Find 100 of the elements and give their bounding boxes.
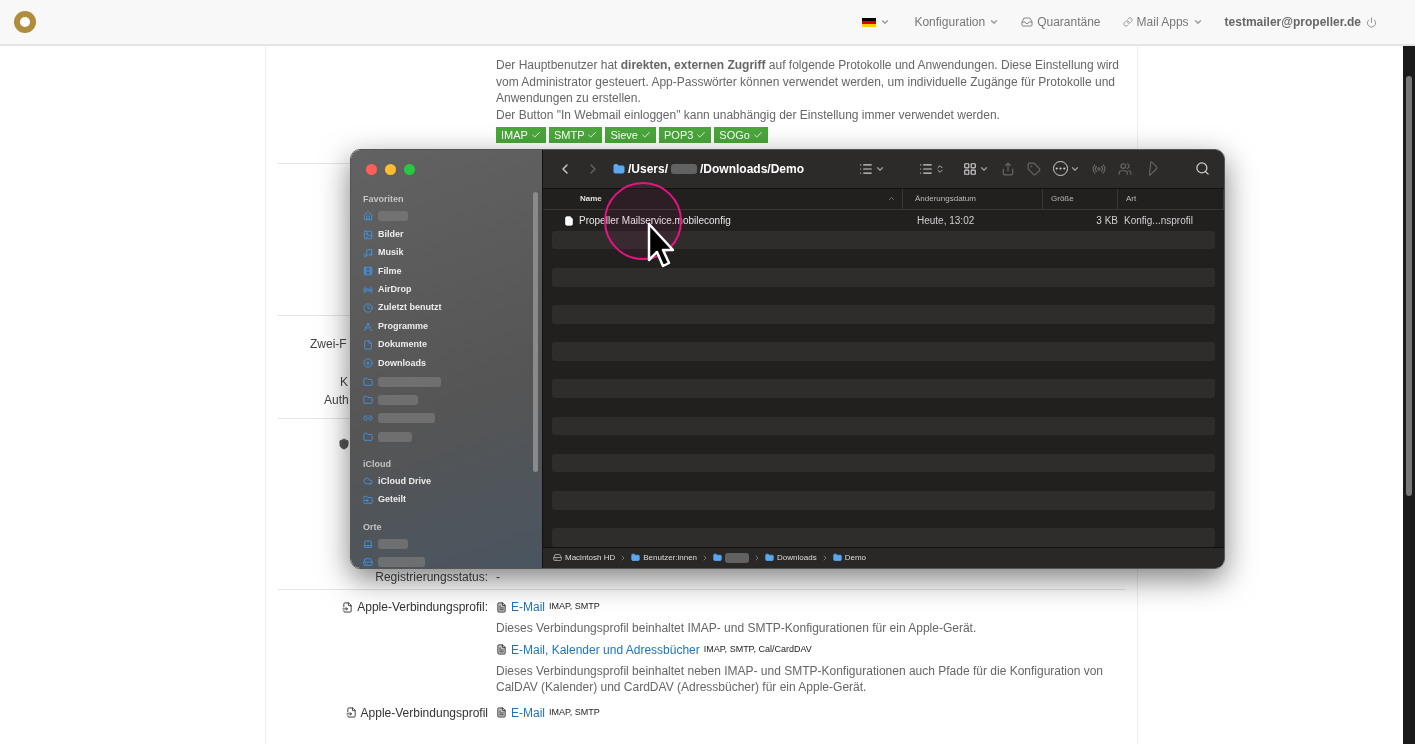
drive-icon [363,557,373,568]
drive-icon [553,553,562,563]
file-icon [496,707,507,718]
nav-link[interactable]: Mail Apps [1122,13,1203,31]
group-list-icon[interactable] [859,161,873,176]
sidebar-item[interactable]: Programme [363,317,542,336]
scrollbar-thumb[interactable] [1406,76,1412,496]
path-item[interactable]: Macintosh HD [553,551,616,564]
column-header[interactable]: Name [543,188,903,209]
check-icon [752,130,763,140]
list-view-icon[interactable] [919,161,933,176]
folder-icon [713,553,723,563]
clock-icon [363,303,373,314]
sidebar-item[interactable]: Zuletzt benutzt [363,298,542,318]
shared-folder-icon [363,494,373,505]
path-item[interactable]: Demo [832,551,866,564]
column-header[interactable]: Art [1118,188,1224,209]
sidebar-item[interactable]: iCloud Drive [363,472,542,491]
music-note-icon [363,247,373,258]
description-text: Der Button "In Webmail einloggen" kann unabhängig der Einstellung immer verwendet werden. [496,106,1001,123]
search-icon[interactable] [1195,161,1210,177]
document-icon [363,339,373,350]
blurred-text [378,413,435,424]
protocol-tag: Sieve [605,127,656,143]
path-item[interactable]: Downloads [765,551,817,564]
blurred-text [378,395,418,406]
sidebar-section-title: Orte [363,520,383,534]
file-kind: Konfig...nsprofil [1123,214,1193,229]
profile-link[interactable]: E-Mail [511,598,545,616]
zoom-window-icon[interactable] [404,164,415,175]
share-icon[interactable] [1001,161,1015,176]
caret-icon [989,17,1000,27]
folder-icon [765,553,775,563]
sidebar-item[interactable]: Geteilt [363,490,542,509]
power-icon [1366,16,1377,28]
link-icon [1122,17,1133,27]
logo-icon[interactable] [14,11,36,33]
row-label: Auth [324,392,349,409]
sidebar-item[interactable]: Dokumente [363,335,542,355]
profile-link[interactable]: E-Mail, Kalender und Adressbücher [511,640,700,659]
home-icon [363,211,373,222]
sidebar-item[interactable]: AirDrop [363,280,542,299]
link-icon [363,413,373,424]
close-window-icon[interactable] [366,164,377,175]
protocol-tag: SOGo [714,127,768,143]
sidebar-item[interactable]: Filme [363,262,542,281]
folder-icon [631,553,641,563]
image-icon [363,229,373,240]
description-text: Der Hauptbenutzer hat direkten, externen Zugriff auf folgende Protokolle und Anwendungen. Diese Einstellung wird vom Administrator gesteuert. App-Passwörter können verwendet werden, um individuelle Zugänge für Protokolle und Anwendungen zu erstellen. [496,57,1121,107]
check-icon [696,130,707,140]
film-icon [363,266,373,277]
sidebar-section-title: Favoriten [363,193,405,206]
profile-link[interactable]: E-Mail [511,703,545,722]
user-menu[interactable]: testmailer@propeller.de [1224,13,1377,31]
sidebar-item[interactable]: Downloads [363,354,542,373]
broadcast-icon [363,284,373,295]
grid-view-icon[interactable] [963,161,977,176]
broadcast-icon[interactable] [1092,161,1106,176]
folder-icon [613,162,625,175]
check-icon [587,130,598,140]
blurred-text [378,376,441,387]
tag-icon[interactable] [1027,161,1041,176]
people-icon[interactable] [1118,161,1132,176]
folder-icon [363,395,373,406]
scrollbar-thumb[interactable] [533,192,538,472]
row-label: Zwei-F [310,336,347,353]
blurred-text [671,163,698,174]
download-icon [363,358,373,369]
file-icon [496,644,507,655]
sidebar-item[interactable]: Musik [363,243,542,263]
minimize-window-icon[interactable] [385,164,396,175]
file-icon [496,601,507,613]
compass-icon [363,321,373,332]
profile-description: Dieses Verbindungsprofil beinhaltet neben IMAP- und SMTP-Konfigurationen auch Pfade für die Konfiguration von CalDAV (Kalender) und CardDAV (Adressbücher) für ein Apple-Gerät. [496,662,1105,696]
blurred-text [378,539,408,550]
path-item[interactable] [713,552,750,563]
profile-description: Dieses Verbindungsprofil beinhaltet IMAP- und SMTP-Konfigurationen für ein Apple-Gerät. [496,620,978,637]
caret-icon [880,17,891,27]
row-label: Registrierungsstatus: [374,569,488,586]
protocol-tag: POP3 [659,127,712,143]
folder-icon [363,431,373,442]
nav-link[interactable]: Quarantäne [1021,13,1101,31]
sidebar-item[interactable]: Bilder [363,225,542,244]
document-icon [342,601,354,613]
tray-icon [1021,16,1034,28]
blurred-text [725,552,750,563]
column-header[interactable]: Änderungsdatum [903,188,1043,209]
protocol-tag: IMAP [496,127,546,143]
protocol-tag: SMTP [548,127,603,143]
cloud-icon [363,476,373,487]
row-label: K [340,374,348,391]
flag-icon [862,17,877,27]
document-icon [345,707,357,718]
folder-icon [363,376,373,387]
column-header[interactable]: Größe [1043,188,1118,209]
protocol-list: IMAP, SMTP, Cal/CardDAV [703,642,812,657]
nav-link[interactable]: Konfiguration [914,13,1000,31]
file-size: 3 KB [1095,214,1118,229]
path-item[interactable]: Benutzer:innen [631,551,698,564]
file-icon [564,215,574,226]
